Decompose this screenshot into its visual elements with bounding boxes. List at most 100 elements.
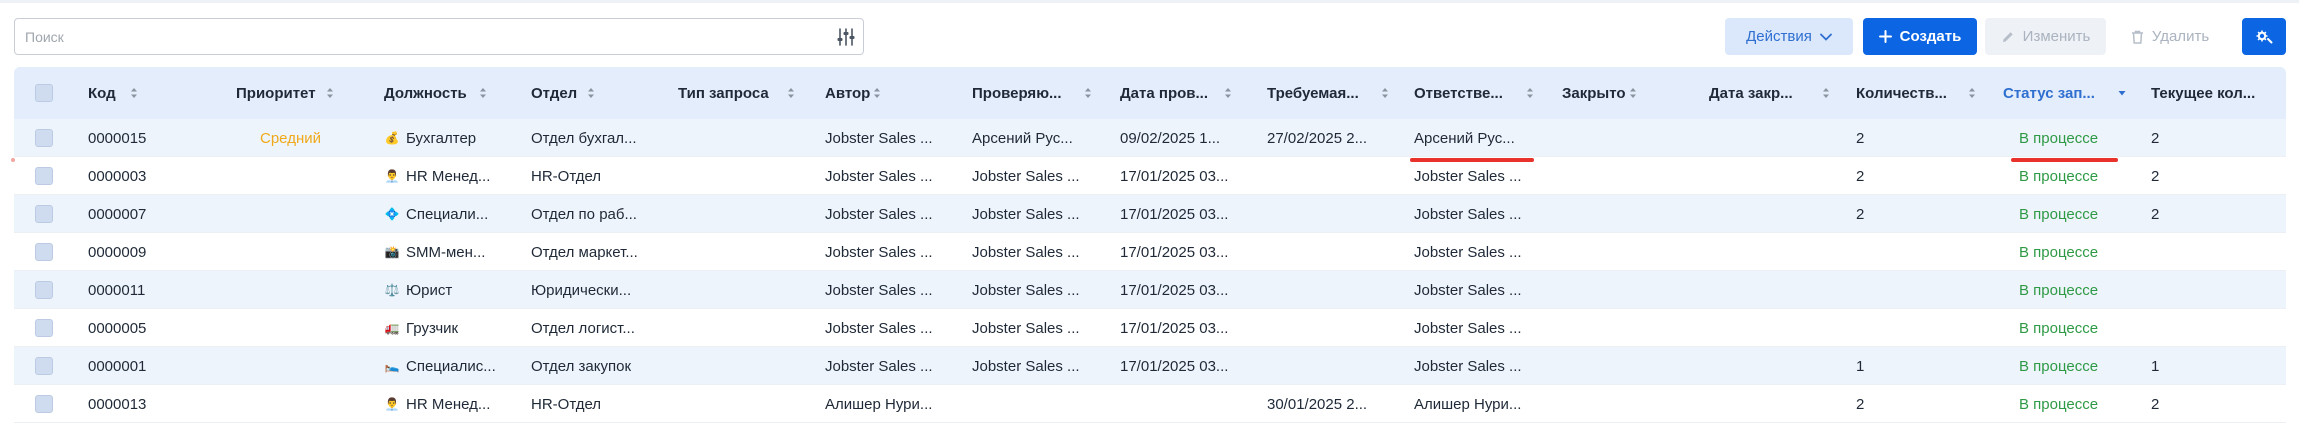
cell-review-date: 17/01/2025 03... (1120, 157, 1235, 195)
cell-text: Арсений Рус... (972, 129, 1073, 147)
column-header-current[interactable]: Текущее кол... (2151, 67, 2286, 119)
cell-text: 27/02/2025 2... (1267, 129, 1368, 147)
cell-quantity: 2 (1856, 119, 1971, 157)
search-input[interactable] (25, 27, 805, 47)
cell-text: Алишер Нури... (1414, 395, 1522, 413)
cell-position: 👨‍💼 HR Менед... (384, 385, 514, 423)
cell-text: В процессе (2019, 357, 2099, 375)
cell-text: Юридически... (531, 281, 632, 299)
edit-button[interactable]: Изменить (1985, 18, 2106, 55)
cell-quantity (1856, 309, 1971, 347)
cell-text: Jobster Sales ... (1414, 319, 1522, 337)
trash-icon (2131, 30, 2143, 44)
annotation-underline-status (2011, 158, 2118, 162)
row-checkbox[interactable] (35, 243, 53, 261)
cell-text: 0000003 (88, 167, 147, 185)
column-header-department[interactable]: Отдел (531, 67, 677, 119)
cell-author: Jobster Sales ... (825, 119, 955, 157)
cell-current: 2 (2151, 119, 2286, 157)
table-row[interactable]: 0000007 💠 Специали... Отдел по раб... Jobste… (14, 195, 2286, 233)
cell-quantity (1856, 271, 1971, 309)
edit-label: Изменить (2022, 28, 2091, 45)
cell-text: Jobster Sales ... (825, 129, 933, 147)
cell-code: 0000009 (88, 233, 218, 271)
cell-text: В процессе (2019, 167, 2099, 185)
cell-request-type (678, 309, 808, 347)
delete-button[interactable]: Удалить (2114, 18, 2226, 55)
column-header-priority[interactable]: Приоритет (236, 67, 382, 119)
cell-text: 2 (1856, 129, 1865, 147)
row-checkbox[interactable] (35, 129, 53, 147)
cell-priority (260, 271, 350, 309)
top-strip (0, 0, 2299, 3)
table-row[interactable]: 0000003 👨‍💼 HR Менед... HR-Отдел Jobster Sal… (14, 157, 2286, 195)
cell-text: 17/01/2025 03... (1120, 167, 1229, 185)
cell-required (1267, 271, 1382, 309)
table-row[interactable]: 0000009 📸 SMM-мен... Отдел маркет... Jobster… (14, 233, 2286, 271)
cell-position: 💰 Бухгалтер (384, 119, 514, 157)
column-header-request-type[interactable]: Тип запроса (678, 67, 824, 119)
cell-required (1267, 157, 1382, 195)
column-header-code[interactable]: Код (88, 67, 234, 119)
table-row[interactable]: 0000011 ⚖️ Юрист Юридически... Jobster Sales… (14, 271, 2286, 309)
column-header-position[interactable]: Должность (384, 67, 530, 119)
cell-position: 🛌 Специалис... (384, 347, 514, 385)
row-checkbox[interactable] (35, 395, 53, 413)
table-row[interactable]: 0000013 👨‍💼 HR Менед... HR-Отдел Алишер Нури… (14, 385, 2286, 423)
cell-responsible: Jobster Sales ... (1414, 195, 1529, 233)
cell-close-date (1709, 119, 1824, 157)
cell-reviewer: Jobster Sales ... (972, 347, 1087, 385)
table-row[interactable]: 0000005 🚛 Грузчик Отдел логист... Jobster Sa… (14, 309, 2286, 347)
select-all-checkbox[interactable] (35, 84, 53, 102)
cell-text: Отдел маркет... (531, 243, 638, 261)
table-header: Код Приоритет Должность Отдел Тип запроса Авт… (14, 67, 2286, 119)
cell-text: Jobster Sales ... (825, 205, 933, 223)
column-header-required[interactable]: Требуемая... (1267, 67, 1413, 119)
table-row[interactable]: 0000015 Средний 💰 Бухгалтер Отдел бухгал... J… (14, 119, 2286, 157)
column-header-closed[interactable]: Закрыто (1562, 67, 1708, 119)
row-checkbox[interactable] (35, 319, 53, 337)
cell-text: HR Менед... (406, 167, 491, 185)
column-header-review-date[interactable]: Дата пров... (1120, 67, 1266, 119)
actions-button[interactable]: Действия (1725, 18, 1853, 55)
row-checkbox[interactable] (35, 357, 53, 375)
column-header-label: Тип запроса (678, 84, 769, 102)
column-header-reviewer[interactable]: Проверяю... (972, 67, 1118, 119)
cell-closed (1562, 157, 1692, 195)
cell-current (2151, 309, 2286, 347)
cell-required: 30/01/2025 2... (1267, 385, 1382, 423)
column-header-label: Количеств... (1856, 84, 1947, 102)
cell-text: Jobster Sales ... (825, 243, 933, 261)
cell-text: Jobster Sales ... (825, 167, 933, 185)
cell-status: В процессе (2019, 233, 2139, 271)
sliders-icon[interactable] (835, 26, 857, 48)
cell-text: Jobster Sales ... (825, 281, 933, 299)
cell-text: Отдел закупок (531, 357, 632, 375)
row-checkbox[interactable] (35, 167, 53, 185)
column-header-label: Код (88, 84, 116, 102)
settings-button[interactable] (2242, 18, 2286, 55)
column-header-author[interactable]: Автор (825, 67, 971, 119)
create-button[interactable]: Создать (1863, 18, 1977, 55)
column-header-quantity[interactable]: Количеств... (1856, 67, 2002, 119)
cell-text: В процессе (2019, 281, 2099, 299)
cell-status: В процессе (2019, 157, 2139, 195)
cell-close-date (1709, 385, 1824, 423)
column-header-responsible[interactable]: Ответстве... (1414, 67, 1560, 119)
cell-closed (1562, 195, 1692, 233)
cell-responsible: Jobster Sales ... (1414, 157, 1529, 195)
row-checkbox[interactable] (35, 281, 53, 299)
column-header-status[interactable]: Статус зап... (2003, 67, 2149, 119)
cell-priority (260, 195, 350, 233)
position-icon: 🚛 (384, 321, 400, 335)
cell-text: Jobster Sales ... (1414, 357, 1522, 375)
column-header-close-date[interactable]: Дата закр... (1709, 67, 1855, 119)
cell-text: В процессе (2019, 319, 2099, 337)
table-row[interactable]: 0000001 🛌 Специалис... Отдел закупок Jobster… (14, 347, 2286, 385)
cell-required (1267, 347, 1382, 385)
cell-request-type (678, 271, 808, 309)
search-box (14, 18, 864, 55)
cell-quantity: 2 (1856, 157, 1971, 195)
cell-current (2151, 271, 2286, 309)
row-checkbox[interactable] (35, 205, 53, 223)
